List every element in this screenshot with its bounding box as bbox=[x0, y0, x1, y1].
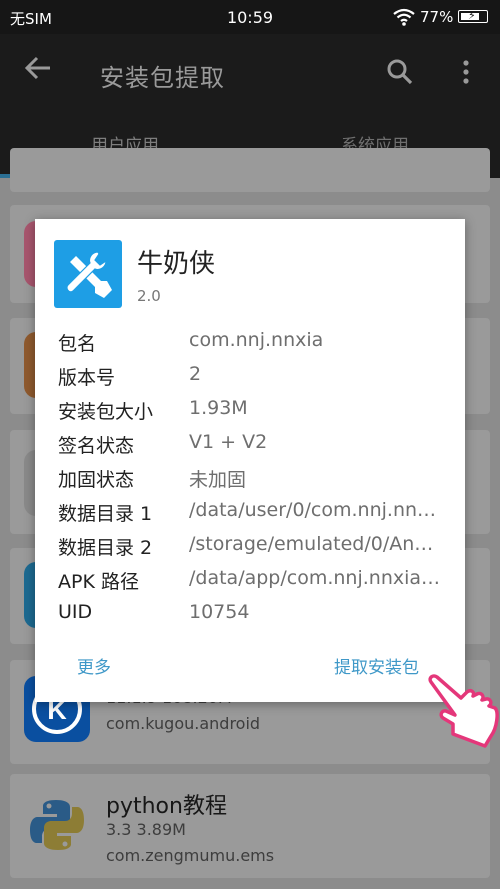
python-icon bbox=[24, 792, 90, 858]
app-name: python教程 bbox=[106, 794, 227, 819]
app-info-dialog: 牛奶侠 2.0 包名 com.nnj.nnxia 版本号 2 安装包大小 1.9… bbox=[35, 219, 465, 702]
info-row-hardening: 加固状态 未加固 bbox=[58, 465, 453, 499]
info-row-data-dir-2: 数据目录 2 /storage/emulated/0/An… bbox=[58, 533, 453, 567]
battery-icon: ⚡ bbox=[458, 9, 488, 23]
list-item[interactable]: python教程 3.3 3.89M com.zengmumu.ems bbox=[10, 774, 490, 878]
page-title: 安装包提取 bbox=[100, 64, 225, 92]
dialog-app-version: 2.0 bbox=[137, 287, 161, 305]
info-row-apk-path: APK 路径 /data/app/com.nnj.nnxia… bbox=[58, 567, 453, 601]
info-value: /storage/emulated/0/An… bbox=[189, 533, 434, 555]
pointing-hand-icon bbox=[425, 668, 500, 757]
wrench-screwdriver-icon bbox=[54, 240, 122, 308]
info-value: 1.93M bbox=[189, 397, 248, 419]
info-row-package: 包名 com.nnj.nnxia bbox=[58, 329, 453, 363]
info-row-signature: 签名状态 V1 + V2 bbox=[58, 431, 453, 465]
info-value: V1 + V2 bbox=[189, 431, 268, 453]
info-key: APK 路径 bbox=[58, 571, 139, 593]
extract-apk-button[interactable]: 提取安装包 bbox=[334, 653, 419, 678]
arrow-left-icon[interactable] bbox=[24, 54, 52, 90]
info-value: /data/user/0/com.nnj.nn… bbox=[189, 499, 437, 521]
info-row-version: 版本号 2 bbox=[58, 363, 453, 397]
info-key: 版本号 bbox=[58, 367, 116, 389]
info-value: com.nnj.nnxia bbox=[189, 329, 324, 351]
info-key: 数据目录 1 bbox=[58, 503, 153, 525]
app-package: com.zengmumu.ems bbox=[106, 846, 275, 865]
more-button[interactable]: 更多 bbox=[77, 653, 111, 678]
info-row-uid: UID 10754 bbox=[58, 601, 453, 635]
info-key: 安装包大小 bbox=[58, 401, 154, 423]
info-key: UID bbox=[58, 601, 93, 623]
info-row-data-dir-1: 数据目录 1 /data/user/0/com.nnj.nn… bbox=[58, 499, 453, 533]
list-item[interactable] bbox=[10, 148, 490, 192]
search-icon[interactable] bbox=[386, 58, 414, 90]
app-package: com.kugou.android bbox=[106, 714, 261, 733]
info-value: /data/app/com.nnj.nnxia… bbox=[189, 567, 441, 589]
battery-percent: 77% bbox=[420, 8, 454, 26]
app-version-size: 3.3 3.89M bbox=[106, 820, 186, 839]
info-row-size: 安装包大小 1.93M bbox=[58, 397, 453, 431]
info-key: 签名状态 bbox=[58, 435, 135, 457]
status-bar: 无SIM 10:59 77% ⚡ bbox=[0, 0, 500, 34]
dialog-app-name: 牛奶侠 bbox=[137, 249, 216, 279]
info-value: 2 bbox=[189, 363, 202, 385]
more-vert-icon[interactable] bbox=[458, 60, 474, 90]
wifi-icon bbox=[393, 8, 415, 30]
info-key: 数据目录 2 bbox=[58, 537, 153, 559]
info-value: 10754 bbox=[189, 601, 250, 623]
info-value: 未加固 bbox=[189, 469, 247, 491]
app-bar: 安装包提取 bbox=[0, 34, 500, 114]
info-key: 加固状态 bbox=[58, 469, 135, 491]
info-key: 包名 bbox=[58, 333, 97, 355]
